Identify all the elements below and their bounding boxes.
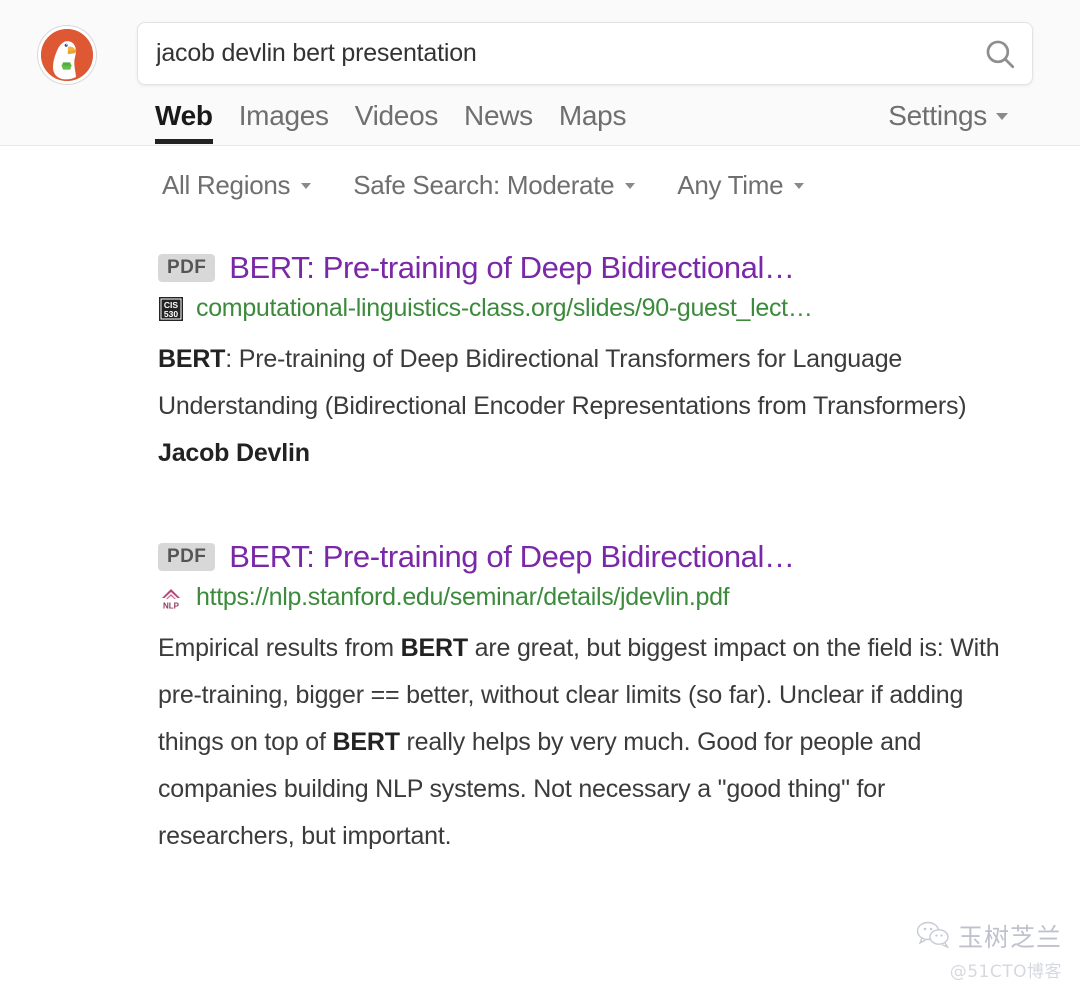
tab-news[interactable]: News: [464, 98, 533, 144]
result-snippet: BERT: Pre-training of Deep Bidirectional…: [158, 345, 967, 467]
search-input[interactable]: [156, 23, 936, 84]
search-icon: [983, 37, 1017, 71]
watermark-handle: @51CTO博客: [949, 962, 1062, 982]
chevron-down-icon: [625, 182, 636, 189]
pdf-file-type-badge: PDF: [158, 543, 216, 571]
filter-region-label: All Regions: [162, 170, 291, 200]
filter-region[interactable]: All Regions: [162, 170, 312, 201]
search-box[interactable]: [137, 22, 1033, 85]
watermark-row: 玉树芝兰: [916, 918, 1062, 954]
svg-text:NLP: NLP: [163, 601, 180, 610]
search-header: Web Images Videos News Maps Settings: [0, 0, 1080, 146]
tab-maps[interactable]: Maps: [559, 98, 627, 144]
search-results-list: PDF BERT: Pre-training of Deep Bidirecti…: [0, 250, 1080, 922]
result-url-row: NLP https://nlp.stanford.edu/seminar/det…: [158, 583, 1040, 612]
tab-images[interactable]: Images: [239, 98, 329, 144]
result-url-link[interactable]: https://nlp.stanford.edu/seminar/details…: [196, 583, 730, 612]
search-filter-bar: All Regions Safe Search: Moderate Any Ti…: [162, 170, 805, 201]
tab-web[interactable]: Web: [155, 98, 213, 144]
duckduckgo-duck-logo[interactable]: [38, 26, 96, 84]
search-result-item: PDF BERT: Pre-training of Deep Bidirecti…: [0, 539, 1080, 860]
result-title-row: PDF BERT: Pre-training of Deep Bidirecti…: [158, 539, 1040, 575]
filter-safe-search-label: Safe Search: Moderate: [353, 170, 615, 200]
result-url-link[interactable]: computational-linguistics-class.org/slid…: [196, 294, 813, 323]
result-title-link[interactable]: BERT: Pre-training of Deep Bidirectional…: [229, 250, 795, 286]
svg-text:530: 530: [164, 309, 178, 319]
cis530-favicon: CIS 530: [158, 296, 184, 322]
filter-time[interactable]: Any Time: [677, 170, 805, 201]
search-result-item: PDF BERT: Pre-training of Deep Bidirecti…: [0, 250, 1080, 477]
result-url-row: CIS 530 computational-linguistics-class.…: [158, 294, 1040, 323]
settings-label: Settings: [888, 100, 987, 131]
filter-time-label: Any Time: [677, 170, 784, 200]
search-submit-button[interactable]: [978, 33, 1022, 75]
result-title-link[interactable]: BERT: Pre-training of Deep Bidirectional…: [229, 539, 795, 575]
settings-menu-button[interactable]: Settings: [888, 98, 1008, 134]
chevron-down-icon: [301, 182, 312, 189]
result-type-tabs: Web Images Videos News Maps: [155, 98, 626, 144]
chevron-down-icon: [794, 182, 805, 189]
wechat-icon: [916, 919, 950, 954]
tab-videos[interactable]: Videos: [355, 98, 439, 144]
watermark: 玉树芝兰 @51CTO博客: [916, 918, 1062, 982]
result-snippet: Empirical results from BERT are great, b…: [158, 634, 1000, 850]
stanford-nlp-favicon: NLP: [158, 585, 184, 611]
watermark-name: 玉树芝兰: [957, 923, 1062, 952]
result-title-row: PDF BERT: Pre-training of Deep Bidirecti…: [158, 250, 1040, 286]
filter-safe-search[interactable]: Safe Search: Moderate: [353, 170, 636, 201]
chevron-down-icon: [996, 112, 1008, 120]
pdf-file-type-badge: PDF: [158, 254, 216, 282]
